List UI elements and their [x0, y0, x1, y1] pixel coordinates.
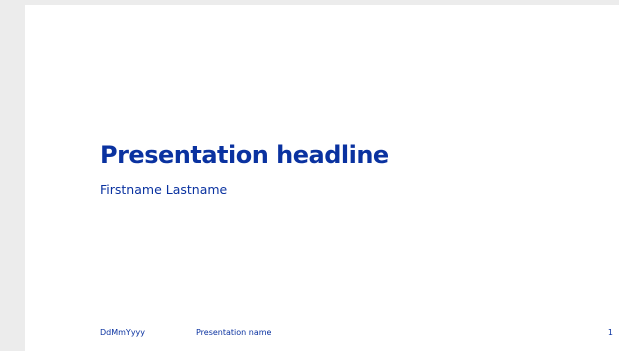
footer-date[interactable]: DdMmYyyy — [100, 328, 145, 337]
slide-headline[interactable]: Presentation headline — [100, 141, 389, 169]
slide[interactable]: Presentation headline Firstname Lastname… — [25, 5, 619, 351]
presenter-name[interactable]: Firstname Lastname — [100, 182, 227, 197]
footer-presentation-name[interactable]: Presentation name — [196, 328, 271, 337]
footer-page-number: 1 — [607, 328, 613, 337]
editor-canvas: Presentation headline Firstname Lastname… — [0, 0, 619, 351]
